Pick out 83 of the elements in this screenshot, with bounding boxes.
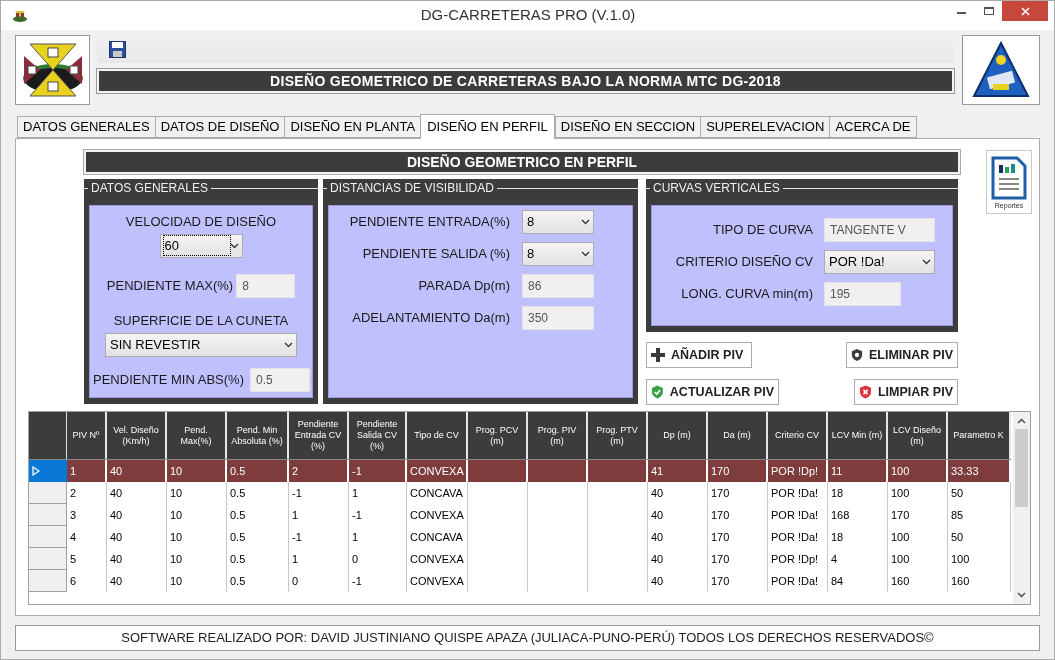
row-header[interactable] bbox=[29, 526, 67, 548]
table-row[interactable]: 5 40 10 0.5 1 0 CONVEXA 40 170 POR !Dp! 4 100 100 bbox=[29, 548, 1011, 570]
action-button[interactable]: LIMPIAR PIV bbox=[854, 379, 958, 405]
dropdown[interactable]: 8 bbox=[522, 242, 594, 266]
scroll-thumb[interactable] bbox=[1015, 429, 1028, 507]
table-cell: POR !Da! bbox=[768, 570, 828, 592]
row-header[interactable] bbox=[29, 482, 67, 504]
table-cell: 6 bbox=[67, 570, 107, 592]
tab[interactable]: DISEÑO EN PERFIL bbox=[420, 114, 555, 139]
action-button[interactable]: AÑADIR PIV bbox=[646, 342, 752, 368]
group-title: DISTANCIAS DE VISIBILIDAD bbox=[329, 180, 495, 197]
tab[interactable]: DATOS DE DISEÑO bbox=[154, 116, 285, 138]
table-cell: 0 bbox=[289, 570, 349, 592]
check-shield-icon bbox=[651, 385, 664, 399]
field-label: PENDIENTE SALIDA (%) bbox=[362, 245, 510, 264]
field-label: VELOCIDAD DE DISEÑO bbox=[125, 213, 277, 231]
dropdown[interactable]: SIN REVESTIR bbox=[105, 333, 297, 357]
dropdown[interactable]: 60 bbox=[159, 233, 243, 258]
tab[interactable]: ACERCA DE bbox=[829, 116, 917, 138]
chevron-down-icon bbox=[284, 342, 293, 348]
row-pointer-icon bbox=[32, 465, 40, 476]
readonly-field[interactable]: 8 bbox=[236, 273, 296, 298]
chevron-down-icon bbox=[922, 259, 931, 265]
field-label: SUPERFICIE DE LA CUNETA bbox=[113, 311, 289, 330]
tab[interactable]: SUPERELEVACION bbox=[700, 116, 830, 138]
section-title: DISEÑO GEOMETRICO EN PERFIL bbox=[406, 152, 638, 172]
cross-shield-icon bbox=[859, 385, 872, 399]
table-row[interactable]: 3 40 10 0.5 1 -1 CONVEXA 40 170 POR !Da! 168 170 85 bbox=[29, 504, 1011, 526]
action-button[interactable]: ELIMINAR PIV bbox=[846, 342, 958, 368]
readonly-field[interactable]: 195 bbox=[824, 282, 901, 306]
close-icon bbox=[1020, 6, 1030, 16]
field-label: PENDIENTE MIN ABS(%) bbox=[93, 371, 244, 390]
table-row[interactable]: 1 40 10 0.5 2 -1 CONVEXA 41 170 POR !Dp! 11 100 33.33 bbox=[29, 460, 1011, 482]
footer-text: SOFTWARE REALIZADO POR: DAVID JUSTINIANO QUISPE APAZA (JULIACA-PUNO-PERÚ) TODOS LOS DERECHOS RESERVADOS© bbox=[121, 629, 934, 648]
table-cell: -1 bbox=[349, 570, 407, 592]
app-icon bbox=[12, 9, 28, 22]
chevron-down-icon bbox=[581, 219, 590, 225]
row-header[interactable] bbox=[29, 504, 67, 526]
table-row[interactable]: 4 40 10 0.5 -1 1 CONCAVA 40 170 POR !Da! 18 100 50 bbox=[29, 526, 1011, 548]
table-cell: 170 bbox=[708, 570, 768, 592]
vertical-scrollbar[interactable] bbox=[1013, 412, 1030, 604]
table-row[interactable]: 6 40 10 0.5 0 -1 CONVEXA 40 170 POR !Da! 84 160 160 bbox=[29, 570, 1011, 592]
group-title: CURVAS VERTICALES bbox=[652, 180, 781, 197]
readonly-field[interactable]: 0.5 bbox=[250, 368, 310, 392]
chevron-down-icon bbox=[581, 251, 590, 257]
tab[interactable]: DISEÑO EN SECCION bbox=[554, 116, 701, 138]
field-label: PARADA Dp(m) bbox=[418, 277, 510, 296]
tab[interactable]: DATOS GENERALES bbox=[17, 116, 155, 138]
row-header[interactable] bbox=[29, 460, 67, 482]
save-icon[interactable] bbox=[109, 40, 126, 58]
plus-icon bbox=[651, 348, 665, 362]
chevron-down-icon bbox=[229, 242, 239, 249]
table-cell: 10 bbox=[167, 570, 227, 592]
row-header[interactable] bbox=[29, 548, 67, 570]
field-label: PENDIENTE MAX(%) bbox=[106, 276, 234, 295]
readonly-field[interactable]: 350 bbox=[522, 306, 594, 330]
row-header[interactable] bbox=[29, 570, 67, 592]
field-label: TIPO DE CURVA bbox=[713, 221, 813, 240]
field-label: CRITERIO DISEÑO CV bbox=[675, 253, 813, 272]
action-button[interactable]: ACTUALIZAR PIV bbox=[646, 379, 779, 405]
readonly-field[interactable]: 86 bbox=[522, 274, 594, 298]
table-cell: 40 bbox=[648, 570, 708, 592]
table-cell: CONVEXA bbox=[407, 570, 468, 592]
dropdown[interactable]: POR !Da! bbox=[824, 250, 935, 274]
tab[interactable]: DISEÑO EN PLANTA bbox=[284, 116, 421, 138]
table-row[interactable]: 2 40 10 0.5 -1 1 CONCAVA 40 170 POR !Da! 18 100 50 bbox=[29, 482, 1011, 504]
shield-icon bbox=[851, 348, 863, 362]
header-title: DISEÑO GEOMETRICO DE CARRETERAS BAJO LA NORMA MTC DG-2018 bbox=[270, 71, 781, 91]
field-label: PENDIENTE ENTRADA(%) bbox=[349, 213, 510, 232]
report-icon bbox=[991, 155, 1027, 200]
table-cell: 160 bbox=[948, 570, 1011, 592]
window-title: DG-CARRETERAS PRO (V.1.0) bbox=[419, 5, 637, 26]
scroll-down-icon[interactable] bbox=[1017, 592, 1026, 598]
readonly-field[interactable]: TANGENTE V bbox=[824, 218, 935, 242]
table-cell: 160 bbox=[888, 570, 948, 592]
table-cell: 84 bbox=[828, 570, 888, 592]
table-cell: 0.5 bbox=[227, 570, 289, 592]
table-cell: 40 bbox=[107, 570, 167, 592]
group-title: DATOS GENERALES bbox=[90, 180, 209, 197]
scroll-up-icon[interactable] bbox=[1017, 418, 1026, 424]
field-label: LONG. CURVA min(m) bbox=[681, 285, 813, 304]
dropdown[interactable]: 8 bbox=[522, 210, 594, 234]
field-label: ADELANTAMIENTO Da(m) bbox=[352, 309, 510, 328]
